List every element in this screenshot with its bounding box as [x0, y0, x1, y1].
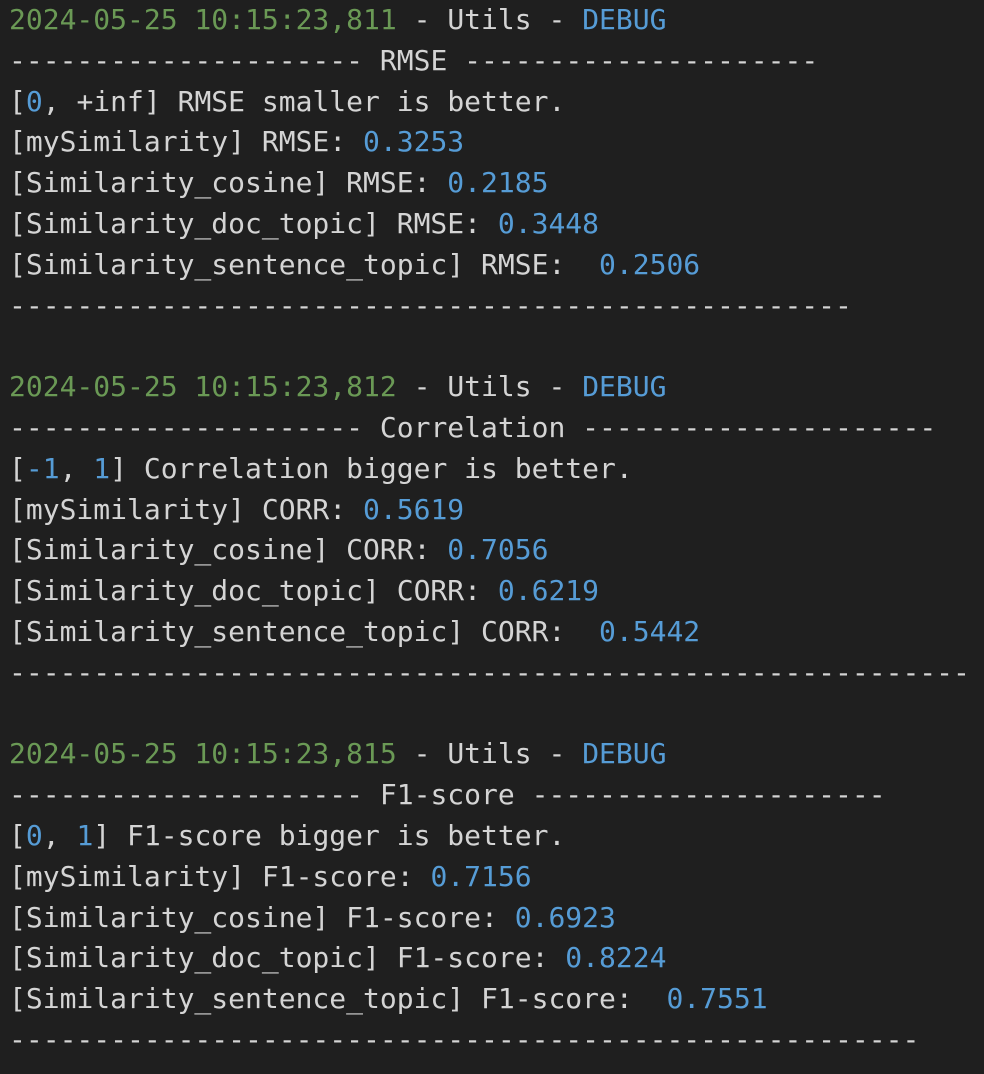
- metric-value: 0.7056: [447, 533, 549, 567]
- rule-left: ---------------------: [9, 43, 380, 77]
- metric-value: 0.5619: [363, 492, 465, 526]
- metric-row: [Similarity_cosine] RMSE: 0.2185: [9, 163, 984, 204]
- range-comma: ,: [42, 84, 77, 118]
- bracket-close: ]: [110, 451, 144, 485]
- metric-label: [mySimilarity] CORR:: [9, 492, 364, 526]
- range-line: [0, 1] F1-score bigger is better.: [9, 816, 984, 857]
- log-header-line: 2024-05-25 10:15:23,812 - Utils - DEBUG: [9, 367, 984, 408]
- section-footer-rule: ----------------------------------------…: [9, 1022, 920, 1056]
- log-level: DEBUG: [582, 3, 667, 36]
- metric-value: 0.2506: [599, 247, 701, 281]
- logger-name: Utils: [447, 3, 532, 36]
- range-high: 1: [76, 818, 94, 852]
- log-level: DEBUG: [582, 370, 667, 404]
- metric-value: 0.3253: [363, 125, 465, 159]
- rule-left: ---------------------: [9, 778, 380, 812]
- section-title-line: --------------------- RMSE -------------…: [9, 41, 984, 82]
- separator: -: [531, 370, 583, 404]
- metric-label: [Similarity_sentence_topic] RMSE:: [9, 247, 600, 281]
- rule-right: ---------------------: [447, 43, 819, 77]
- metric-row: [mySimilarity] CORR: 0.5619: [9, 490, 984, 531]
- range-low: 0: [25, 84, 43, 118]
- logger-name: Utils: [447, 737, 532, 771]
- separator: -: [531, 737, 583, 771]
- section-title: Correlation: [379, 410, 566, 444]
- bracket-close: ]: [93, 818, 128, 852]
- metric-label: [Similarity_cosine] F1-score:: [9, 900, 515, 934]
- range-description: Correlation bigger is better.: [143, 451, 633, 485]
- metric-value: 0.7551: [666, 982, 768, 1016]
- section-title: F1-score: [379, 778, 515, 812]
- log-header-line: 2024-05-25 10:15:23,811 - Utils - DEBUG: [9, 0, 984, 41]
- metric-value: 0.5442: [599, 614, 701, 648]
- metric-label: [Similarity_sentence_topic] F1-score:: [9, 982, 667, 1016]
- separator: -: [531, 3, 583, 36]
- metric-row: [Similarity_doc_topic] F1-score: 0.8224: [9, 938, 984, 979]
- separator: -: [396, 3, 448, 36]
- metric-label: [Similarity_doc_topic] RMSE:: [9, 206, 498, 240]
- log-timestamp: 2024-05-25 10:15:23,811: [9, 3, 397, 36]
- range-high: +inf: [76, 84, 144, 118]
- metric-row: [Similarity_sentence_topic] F1-score: 0.…: [9, 979, 984, 1020]
- metric-row: [Similarity_sentence_topic] CORR: 0.5442: [9, 612, 984, 653]
- section-title: RMSE: [379, 43, 448, 77]
- log-timestamp: 2024-05-25 10:15:23,812: [9, 370, 397, 404]
- metric-value: 0.6923: [514, 900, 616, 934]
- metric-row: [mySimilarity] RMSE: 0.3253: [9, 122, 984, 163]
- metric-row: [Similarity_cosine] CORR: 0.7056: [9, 530, 984, 571]
- metric-value: 0.6219: [497, 574, 600, 608]
- range-comma: ,: [42, 818, 77, 852]
- metric-label: [Similarity_sentence_topic] CORR:: [9, 614, 600, 648]
- section-footer-rule: ----------------------------------------…: [9, 655, 970, 689]
- log-level: DEBUG: [582, 737, 667, 771]
- range-comma: ,: [59, 451, 94, 485]
- rule-right: ---------------------: [565, 410, 937, 444]
- metric-row: [Similarity_sentence_topic] RMSE: 0.2506: [9, 245, 984, 286]
- metric-value: 0.8224: [565, 941, 667, 975]
- range-line: [0, +inf] RMSE smaller is better.: [9, 82, 984, 123]
- bracket-open: [: [9, 84, 26, 118]
- metric-value: 0.2185: [447, 166, 549, 200]
- terminal-log-output: 2024-05-25 10:15:23,811 - Utils - DEBUG …: [9, 0, 984, 1061]
- metric-label: [Similarity_cosine] RMSE:: [9, 166, 448, 200]
- range-low: -1: [25, 451, 60, 485]
- range-line: [-1, 1] Correlation bigger is better.: [9, 449, 984, 490]
- log-block-rmse: 2024-05-25 10:15:23,811 - Utils - DEBUG …: [9, 0, 984, 367]
- log-block-correlation: 2024-05-25 10:15:23,812 - Utils - DEBUG …: [9, 367, 984, 734]
- metric-label: [mySimilarity] RMSE:: [9, 125, 364, 159]
- rule-left: ---------------------: [9, 410, 380, 444]
- logger-name: Utils: [447, 370, 532, 404]
- log-timestamp: 2024-05-25 10:15:23,815: [9, 737, 397, 771]
- metric-row: [mySimilarity] F1-score: 0.7156: [9, 857, 984, 898]
- metric-value: 0.7156: [430, 859, 532, 893]
- separator: -: [396, 737, 448, 771]
- bracket-close: ]: [143, 84, 178, 118]
- range-high: 1: [93, 451, 111, 485]
- metric-row: [Similarity_doc_topic] CORR: 0.6219: [9, 571, 984, 612]
- metric-label: [Similarity_cosine] CORR:: [9, 533, 448, 567]
- section-title-line: --------------------- Correlation ------…: [9, 408, 984, 449]
- metric-row: [Similarity_doc_topic] RMSE: 0.3448: [9, 204, 984, 245]
- range-description: F1-score bigger is better.: [127, 818, 566, 852]
- rule-right: ---------------------: [514, 778, 886, 812]
- metric-label: [Similarity_doc_topic] F1-score:: [9, 941, 566, 975]
- range-low: 0: [25, 818, 43, 852]
- metric-label: [Similarity_doc_topic] CORR:: [9, 574, 498, 608]
- section-title-line: --------------------- F1-score ---------…: [9, 775, 984, 816]
- metric-row: [Similarity_cosine] F1-score: 0.6923: [9, 898, 984, 939]
- log-header-line: 2024-05-25 10:15:23,815 - Utils - DEBUG: [9, 734, 984, 775]
- separator: -: [396, 370, 448, 404]
- bracket-open: [: [9, 818, 26, 852]
- section-footer-rule: ----------------------------------------…: [9, 288, 852, 322]
- range-description: RMSE smaller is better.: [177, 84, 566, 118]
- log-block-f1-score: 2024-05-25 10:15:23,815 - Utils - DEBUG …: [9, 734, 984, 1060]
- metric-value: 0.3448: [497, 206, 600, 240]
- bracket-open: [: [9, 451, 26, 485]
- metric-label: [mySimilarity] F1-score:: [9, 859, 431, 893]
